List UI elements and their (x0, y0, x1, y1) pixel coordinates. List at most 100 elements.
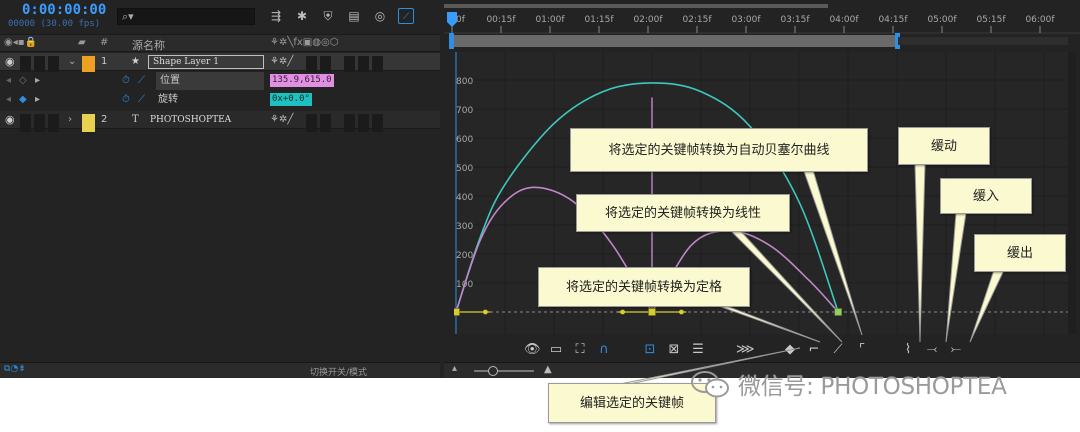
chevron-down-icon[interactable]: ⌄ (68, 53, 76, 71)
zoom-in-icon[interactable]: ▲ (544, 364, 552, 375)
layer-switches-icon[interactable]: ⚘✲╱ (270, 53, 293, 71)
current-time-display[interactable]: 0:00:00:00 (22, 2, 106, 18)
ruler-label: 03:00f (731, 15, 761, 25)
fit-all-icon[interactable]: ⊠ (666, 342, 682, 358)
layer-name[interactable]: PHOTOSHOPTEA (150, 111, 231, 129)
after-effects-timeline: 0:00:00:00 00000 (30.00 fps) ⌕▾ ⇶ ✱ ⛨ ▤ … (0, 0, 1080, 378)
graph-icon[interactable]: ⟋ (138, 72, 145, 90)
motion-blur-icon[interactable]: ◎ (372, 8, 388, 24)
fit-selection-icon[interactable]: ⊡ (642, 342, 658, 358)
left-footer-bar: ⧉◔⇟ 切换开关/模式 (0, 362, 440, 378)
switch-slot[interactable] (358, 114, 369, 132)
watermark-text: 微信号: PHOTOSHOPTEA (738, 374, 1007, 400)
callout-easy-ease: 缓动 (898, 127, 990, 165)
y-axis-label: 500 (456, 164, 473, 174)
work-area-remainder (898, 37, 1068, 45)
easy-ease-icon[interactable]: ⌇ (900, 342, 916, 358)
edit-keyframe-icon[interactable]: ◆ (782, 342, 798, 358)
property-name: 旋转 (158, 94, 178, 105)
ruler-label: 02:15f (682, 15, 712, 25)
keyframe-marker[interactable] (454, 308, 460, 316)
keyframe-navigator-icon[interactable]: ◆ (19, 91, 27, 109)
layer-row[interactable]: ◉ › 2 T PHOTOSHOPTEA ⚘✲╱ (0, 111, 440, 132)
lock-switch[interactable] (48, 114, 59, 132)
stopwatch-icon[interactable]: ⏱ (122, 72, 130, 90)
y-axis-label: 400 (456, 193, 473, 203)
switch-slot[interactable] (320, 114, 331, 132)
zoom-navigator-bar[interactable] (444, 4, 828, 8)
next-keyframe-icon[interactable]: ▸ (35, 72, 40, 90)
transform-box-icon[interactable]: ⛶ (572, 342, 588, 358)
separate-dimensions-icon[interactable]: ☰ (690, 342, 706, 358)
toggle-switches-modes-button[interactable]: 切换开关/模式 (310, 365, 367, 378)
layer-number: 1 (101, 56, 108, 67)
search-icon: ⌕▾ (122, 10, 134, 23)
property-row-rotation[interactable]: ◂ ◆ ▸ ⏱ ⟋ 旋转 0x+0.0° (0, 91, 440, 109)
callout-ease-out: 缓出 (974, 234, 1066, 272)
auto-bezier-keyframe-icon[interactable]: ⌜ (854, 342, 870, 358)
bezier-handle[interactable] (620, 309, 625, 315)
y-axis-label: 200 (456, 251, 473, 261)
work-area-bar[interactable] (452, 35, 898, 47)
switch-slot[interactable] (372, 114, 383, 132)
frame-blending-icon[interactable]: ▤ (346, 8, 362, 24)
shy-layers-icon[interactable]: ⛨ (320, 8, 336, 24)
linear-keyframe-icon[interactable]: ⟋ (830, 342, 846, 358)
ruler-label: 01:15f (584, 15, 614, 25)
layer-name[interactable]: Shape Layer 1 (148, 55, 264, 69)
keyframe-marker[interactable] (648, 308, 656, 316)
prev-keyframe-icon[interactable]: ◂ (6, 72, 11, 90)
time-ruler[interactable]: 0f 00:15f 01:00f 01:15f 02:00f 02:15f 03:00f 03… (444, 10, 1080, 34)
layer-number-header: # (100, 37, 109, 48)
y-axis-label: 700 (456, 106, 473, 116)
work-area-start-handle[interactable] (449, 33, 454, 49)
source-name-header[interactable]: 源名称 (132, 37, 165, 53)
bezier-handle[interactable] (483, 309, 488, 315)
callout-hold: 将选定的关键帧转换为定格 (538, 267, 750, 307)
show-properties-icon[interactable]: 👁 (524, 342, 541, 358)
stopwatch-icon[interactable]: ⏱ (122, 91, 130, 109)
layer-row[interactable]: ◉ ⌄ 1 ★ Shape Layer 1 ⚘✲╱ (0, 53, 440, 74)
y-axis-label: 800 (456, 77, 473, 87)
hold-keyframe-icon[interactable]: ⌐ (806, 342, 822, 358)
ruler-label: 06:00f (1025, 15, 1055, 25)
y-axis-label: 600 (456, 135, 473, 145)
ease-in-icon[interactable]: ⤙ (924, 342, 940, 358)
label-color-chip[interactable] (82, 114, 95, 132)
ruler-label: 00:15f (486, 15, 516, 25)
keyframe-marker[interactable] (834, 308, 843, 316)
ruler-label: 0f (456, 15, 466, 25)
bezier-handle[interactable] (679, 309, 684, 315)
star-icon: ★ (131, 56, 140, 67)
keyframe-navigator-icon[interactable]: ◇ (19, 72, 27, 90)
zoom-out-icon[interactable]: ▴ (452, 363, 457, 374)
snapping-icon[interactable]: ∩ (596, 342, 612, 358)
draft-3d-icon[interactable]: ✱ (294, 8, 310, 24)
layer-switches-icon[interactable]: ⚘✲╱ (270, 111, 293, 129)
eye-icon[interactable]: ◉ (5, 111, 15, 129)
graph-icon[interactable]: ⟋ (138, 91, 145, 109)
separate-dimensions-toggle-icon[interactable]: ⋙ (736, 342, 755, 358)
solo-switch[interactable] (34, 114, 45, 132)
next-keyframe-icon[interactable]: ▸ (35, 91, 40, 109)
graph-type-icon[interactable]: ▭ (548, 342, 564, 358)
chevron-right-icon[interactable]: › (68, 111, 72, 129)
comp-flowchart-icon[interactable]: ⇶ (268, 8, 284, 24)
switch-slot[interactable] (306, 114, 317, 132)
property-value[interactable]: 0x+0.0° (270, 93, 312, 106)
comp-markers-icon[interactable]: ⧉◔⇟ (4, 364, 26, 374)
audio-switch[interactable] (20, 114, 31, 132)
label-header-icon: ▰ (78, 37, 86, 48)
switch-slot[interactable] (344, 114, 355, 132)
ease-out-icon[interactable]: ⤚ (948, 342, 964, 358)
zoom-slider[interactable] (474, 370, 534, 372)
prev-keyframe-icon[interactable]: ◂ (6, 91, 11, 109)
property-row-position[interactable]: ◂ ◇ ▸ ⏱ ⟋ 位置 135.9,615.0 (0, 72, 440, 90)
zoom-slider-knob[interactable] (488, 366, 498, 376)
layer-search-input[interactable]: ⌕▾ (117, 8, 255, 25)
graph-editor-toolbar: 👁 ▭ ⛶ ∩ ⊡ ⊠ ☰ ⋙ ◆ ⌐ ⟋ ⌜ ⌇ ⤙ ⤚ (524, 340, 964, 360)
property-value[interactable]: 135.9,615.0 (270, 74, 334, 87)
graph-editor-toggle-icon[interactable]: ⟋ (398, 8, 414, 24)
eye-icon[interactable]: ◉ (5, 53, 15, 71)
graph-scrollbar[interactable] (1068, 52, 1076, 334)
